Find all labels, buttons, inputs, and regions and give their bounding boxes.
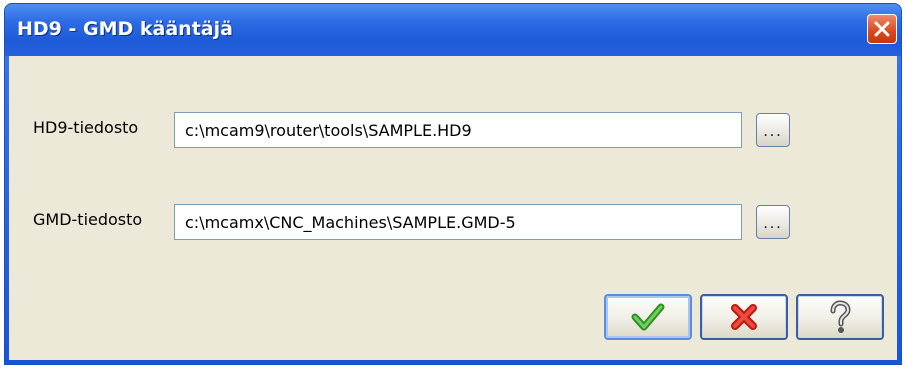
hd9-browse-button[interactable]: ... [756, 113, 790, 147]
gmd-file-input[interactable]: c:\mcamx\CNC_Machines\SAMPLE.GMD-5 [174, 204, 742, 240]
checkmark-icon [631, 303, 665, 331]
cancel-button[interactable] [700, 294, 788, 340]
hd9-file-input[interactable]: c:\mcam9\router\tools\SAMPLE.HD9 [174, 112, 742, 148]
dialog-body: HD9-tiedosto c:\mcam9\router\tools\SAMPL… [9, 56, 897, 360]
title-bar[interactable]: HD9 - GMD kääntäjä [5, 4, 901, 56]
help-button[interactable] [796, 294, 884, 340]
close-button[interactable] [867, 14, 897, 44]
red-x-icon [731, 304, 757, 330]
hd9-file-label: HD9-tiedosto [33, 118, 139, 137]
question-mark-icon [830, 300, 851, 333]
gmd-browse-button[interactable]: ... [756, 205, 790, 239]
window-title: HD9 - GMD kääntäjä [17, 18, 233, 40]
dialog-window: HD9 - GMD kääntäjä HD9-tiedosto c:\mcam9… [4, 3, 902, 365]
gmd-file-label: GMD-tiedosto [33, 210, 143, 229]
ok-button[interactable] [604, 294, 692, 340]
close-icon [874, 21, 890, 37]
